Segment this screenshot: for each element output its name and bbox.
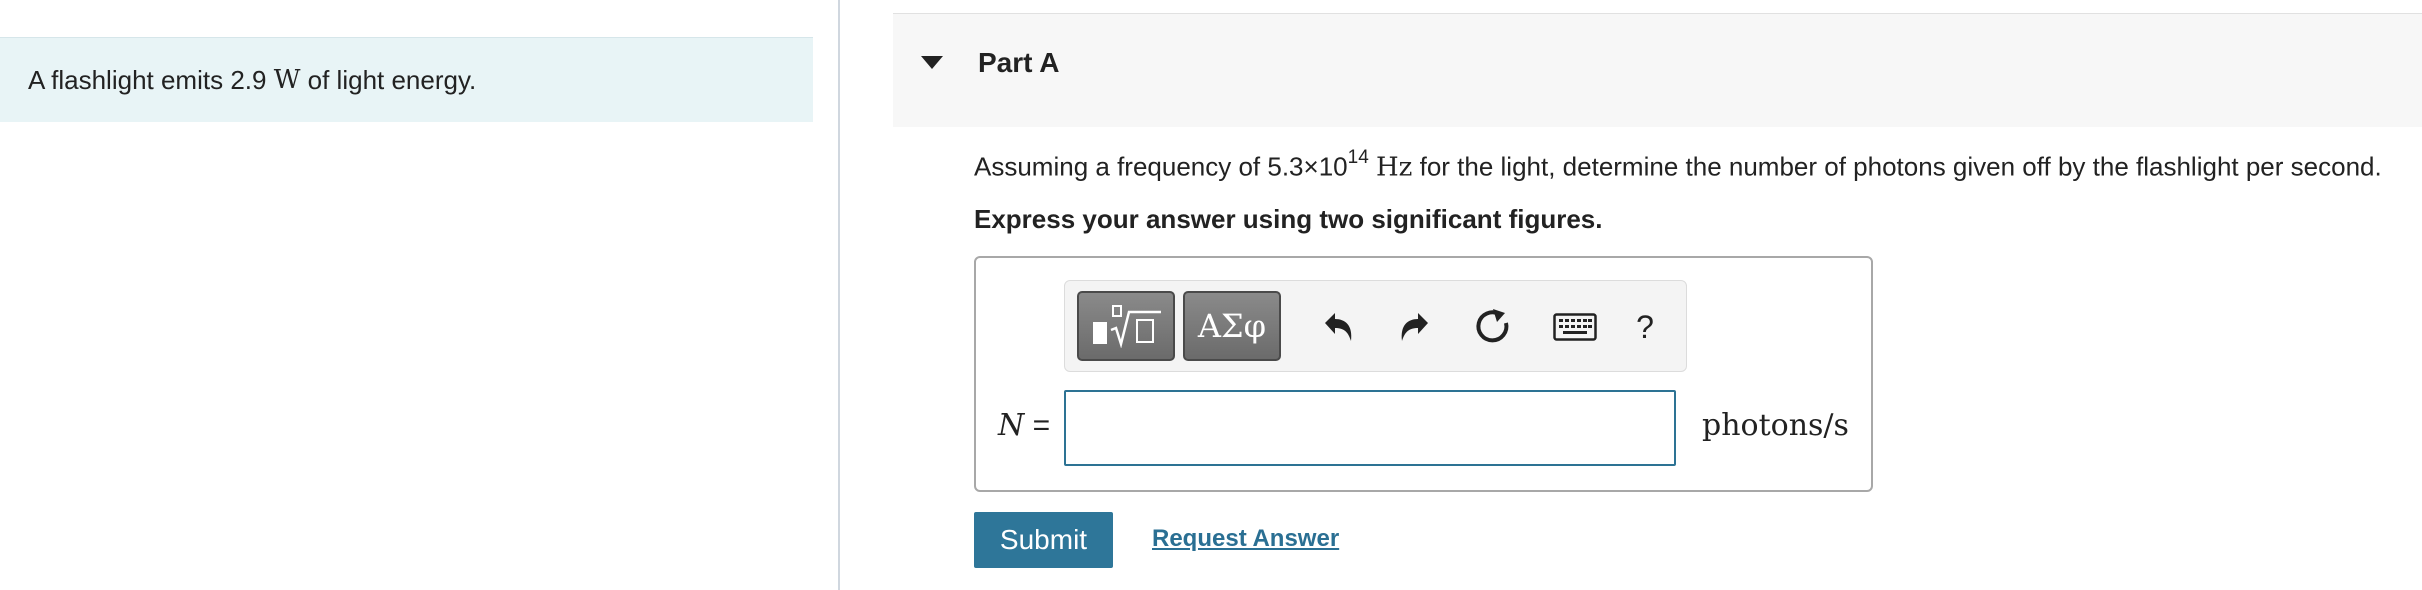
help-label: ? bbox=[1636, 308, 1654, 345]
keyboard-glyph-icon bbox=[1553, 313, 1597, 341]
problem-text-prefix: A flashlight emits 2.9 bbox=[28, 64, 274, 95]
keyboard-icon[interactable] bbox=[1545, 305, 1605, 349]
request-answer-link[interactable]: Request Answer bbox=[1152, 525, 1339, 553]
caret-down-icon[interactable] bbox=[921, 56, 943, 69]
question-suffix: for the light, determine the number of p… bbox=[1412, 151, 2382, 182]
answer-instruction: Express your answer using two significan… bbox=[974, 204, 1603, 234]
redo-arrow-icon bbox=[1401, 313, 1428, 341]
greek-symbols-label: ΑΣφ bbox=[1197, 307, 1267, 345]
question-exponent: 14 bbox=[1347, 147, 1369, 168]
math-toolbar: ΑΣφ ? bbox=[1064, 280, 1687, 372]
question-unit: Hz bbox=[1376, 152, 1413, 183]
answer-variable-label: N = bbox=[998, 408, 1050, 443]
reset-icon[interactable] bbox=[1471, 305, 1515, 349]
undo-icon[interactable] bbox=[1317, 305, 1361, 349]
problem-text-suffix: of light energy. bbox=[300, 64, 477, 95]
greek-symbols-button[interactable]: ΑΣφ bbox=[1183, 291, 1281, 361]
part-header[interactable]: Part A bbox=[893, 13, 2422, 127]
question-text: Assuming a frequency of 5.3×1014 Hz for … bbox=[974, 147, 2382, 183]
answer-equals: = bbox=[1024, 409, 1051, 442]
templates-button[interactable] bbox=[1077, 291, 1175, 361]
answer-input[interactable] bbox=[1064, 390, 1676, 466]
undo-arrow-icon bbox=[1325, 313, 1352, 341]
problem-statement: A flashlight emits 2.9 W of light energy… bbox=[0, 37, 813, 122]
reset-circular-arrow-icon bbox=[1476, 309, 1509, 343]
question-prefix: Assuming a frequency of 5.3×10 bbox=[974, 151, 1348, 182]
redo-icon[interactable] bbox=[1392, 305, 1436, 349]
part-title: Part A bbox=[978, 47, 1060, 78]
answer-variable: N bbox=[998, 408, 1025, 443]
problem-unit: W bbox=[273, 65, 301, 95]
column-divider bbox=[838, 0, 840, 590]
answer-box: ΑΣφ ? N = photons/s bbox=[974, 256, 1873, 492]
problem-panel: A flashlight emits 2.9 W of light energy… bbox=[0, 0, 840, 590]
help-button[interactable]: ? bbox=[1623, 305, 1667, 349]
answer-units: photons/s bbox=[1702, 408, 1849, 443]
templates-sqrt-icon bbox=[1093, 305, 1161, 348]
submit-button[interactable]: Submit bbox=[974, 512, 1113, 568]
